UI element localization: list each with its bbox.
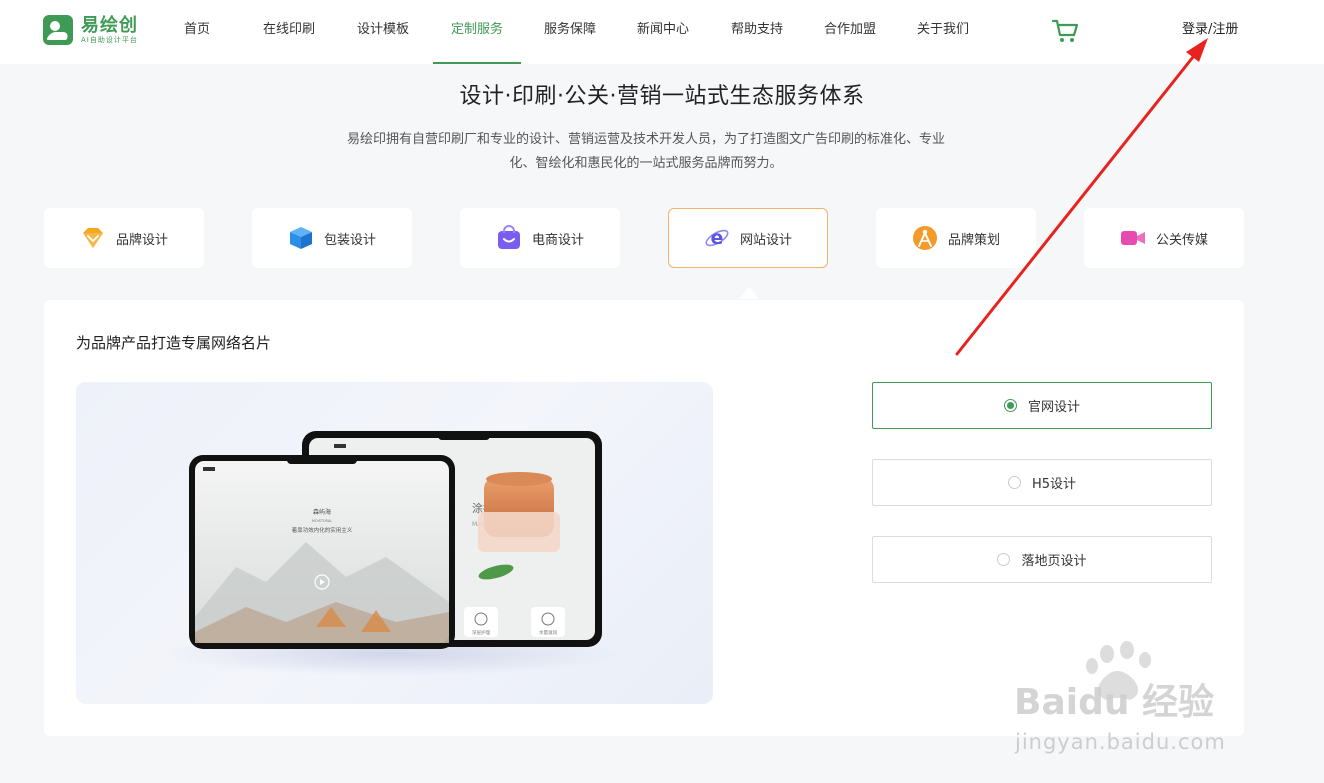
option-h5-design[interactable]: H5设计 xyxy=(872,459,1212,506)
nav-service-guarantee[interactable]: 服务保障 xyxy=(544,0,596,64)
logo-subtitle: AI自助设计平台 xyxy=(81,35,138,44)
active-tab-pointer xyxy=(739,287,759,299)
tab-ecommerce-design[interactable]: 电商设计 xyxy=(460,208,620,268)
nav-online-print[interactable]: 在线印刷 xyxy=(263,0,315,64)
browser-e-icon: e xyxy=(705,227,729,249)
site-logo[interactable]: 易绘创 AI自助设计平台 xyxy=(43,15,138,45)
tab-website-design[interactable]: e 网站设计 xyxy=(668,208,828,268)
mockup-button-label: 水量滋润 xyxy=(539,629,557,636)
shopping-cart-icon[interactable] xyxy=(1051,18,1079,44)
compass-icon xyxy=(912,226,937,250)
radio-icon xyxy=(1007,476,1021,489)
option-official-website-design[interactable]: 官网设计 xyxy=(872,382,1212,429)
mockup-button-label: 深层护理 xyxy=(472,629,490,636)
logo-title: 易绘创 xyxy=(81,14,138,36)
mockup-brand-en: MOISTURAL xyxy=(312,519,332,523)
tablet-mockup-illustration: 涂抹面膜? Mask? 深层护理 水量滋润 森屿海 MOISTURAL 着靠功效… xyxy=(164,431,624,676)
nav-about-us[interactable]: 关于我们 xyxy=(917,0,969,64)
nav-custom-service[interactable]: 定制服务 xyxy=(432,0,522,64)
top-navigation-bar: 易绘创 AI自助设计平台 首页 在线印刷 设计模板 定制服务 服务保障 新闻中心… xyxy=(0,0,1324,64)
radio-selected-icon xyxy=(1003,399,1017,412)
nav-home[interactable]: 首页 xyxy=(184,0,210,64)
watermark-url: jingyan.baidu.com xyxy=(1015,730,1226,754)
radio-icon xyxy=(997,553,1011,566)
section-title: 设计·印刷·公关·营销一站式生态服务体系 xyxy=(459,84,865,109)
diamond-icon xyxy=(82,228,103,248)
nav-partner-join[interactable]: 合作加盟 xyxy=(824,0,876,64)
logo-icon xyxy=(43,15,73,45)
tab-brand-planning[interactable]: 品牌策划 xyxy=(876,208,1036,268)
nav-news-center[interactable]: 新闻中心 xyxy=(637,0,689,64)
box-icon xyxy=(289,227,312,249)
mockup-brand-name: 森屿海 xyxy=(313,508,331,516)
section-description: 易绘印拥有自营印刷厂和专业的设计、营销运营及技术开发人员，为了打造图文广告印刷的… xyxy=(346,132,945,171)
watermark-brand: Baidu 经验 xyxy=(1014,682,1214,723)
nav-design-templates[interactable]: 设计模板 xyxy=(357,0,409,64)
login-register-link[interactable]: 登录/注册 xyxy=(1182,0,1238,64)
svg-text:e: e xyxy=(711,227,724,249)
tab-pr-media[interactable]: 公关传媒 xyxy=(1084,208,1244,268)
mockup-slogan: 着靠功效内化的实用主义 xyxy=(292,526,353,534)
nav-help-support[interactable]: 帮助支持 xyxy=(731,0,783,64)
video-camera-icon xyxy=(1120,231,1145,245)
tab-brand-design[interactable]: 品牌设计 xyxy=(44,208,204,268)
shopping-bag-icon xyxy=(497,225,520,249)
option-landing-page-design[interactable]: 落地页设计 xyxy=(872,536,1212,583)
tab-packaging-design[interactable]: 包装设计 xyxy=(252,208,412,268)
website-mockup-image: 涂抹面膜? Mask? 深层护理 水量滋润 森屿海 MOISTURAL 着靠功效… xyxy=(76,382,713,704)
panel-title: 为品牌产品打造专属网络名片 xyxy=(76,334,272,352)
